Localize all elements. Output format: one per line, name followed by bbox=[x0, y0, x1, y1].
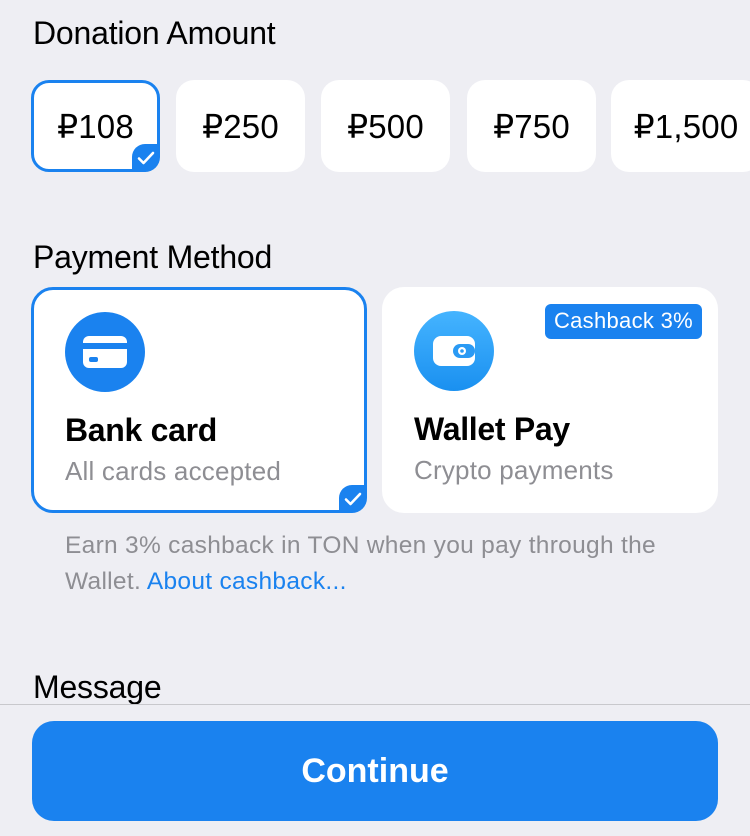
checkmark-icon bbox=[132, 144, 160, 172]
cashback-badge: Cashback 3% bbox=[544, 304, 702, 339]
payment-option-title: Wallet Pay bbox=[414, 411, 570, 447]
donation-screen: Donation Amount ₽108 ₽250 ₽500 ₽750 ₽1,5… bbox=[0, 0, 750, 836]
amount-label: ₽500 bbox=[347, 107, 424, 145]
bottom-action-bar: Continue bbox=[0, 704, 750, 836]
about-cashback-link[interactable]: About cashback... bbox=[147, 568, 347, 595]
message-title: Message bbox=[33, 669, 162, 705]
checkmark-icon bbox=[339, 485, 367, 513]
amount-option-500[interactable]: ₽500 bbox=[321, 80, 450, 172]
payment-method-title: Payment Method bbox=[33, 239, 273, 275]
wallet-icon bbox=[414, 311, 494, 391]
payment-option-wallet-pay[interactable]: Cashback 3% Wallet Pay Crypto payments bbox=[382, 287, 718, 513]
amount-options: ₽108 ₽250 ₽500 ₽750 ₽1,500 bbox=[31, 80, 750, 172]
amount-option-1500[interactable]: ₽1,500 bbox=[611, 80, 750, 172]
amount-label: ₽250 bbox=[202, 107, 279, 145]
amount-option-750[interactable]: ₽750 bbox=[467, 80, 596, 172]
amount-option-250[interactable]: ₽250 bbox=[176, 80, 305, 172]
credit-card-icon bbox=[65, 312, 145, 392]
payment-option-title: Bank card bbox=[65, 412, 218, 448]
amount-label: ₽1,500 bbox=[633, 107, 739, 145]
payment-option-subtitle: Crypto payments bbox=[414, 455, 614, 485]
cashback-note: Earn 3% cashback in TON when you pay thr… bbox=[65, 528, 705, 600]
continue-button[interactable]: Continue bbox=[32, 721, 718, 821]
amount-option-108[interactable]: ₽108 bbox=[31, 80, 160, 172]
amount-label: ₽108 bbox=[57, 107, 134, 145]
payment-option-subtitle: All cards accepted bbox=[65, 456, 282, 486]
amount-label: ₽750 bbox=[493, 107, 570, 145]
donation-amount-title: Donation Amount bbox=[33, 15, 276, 51]
payment-option-bank-card[interactable]: Bank card All cards accepted bbox=[31, 287, 367, 513]
